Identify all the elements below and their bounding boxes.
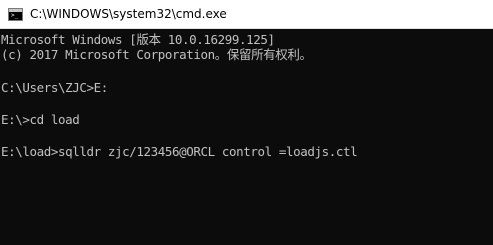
console-line-cd-load: E:\>cd load bbox=[1, 112, 80, 127]
console-line-version: Microsoft Windows [版本 10.0.16299.125] bbox=[1, 32, 275, 47]
console-line-copyright: (c) 2017 Microsoft Corporation。保留所有权利。 bbox=[1, 47, 312, 62]
cmd-window: >_ C:\WINDOWS\system32\cmd.exe Microsoft… bbox=[0, 0, 493, 245]
console-line-sqlldr-command: E:\load>sqlldr zjc/123456@ORCL control =… bbox=[1, 144, 358, 159]
window-title: C:\WINDOWS\system32\cmd.exe bbox=[30, 7, 227, 21]
console-icon-prompt: >_ bbox=[11, 12, 19, 19]
title-bar[interactable]: >_ C:\WINDOWS\system32\cmd.exe bbox=[0, 0, 493, 29]
console-line-change-drive: C:\Users\ZJC>E: bbox=[1, 80, 108, 95]
console-icon[interactable]: >_ bbox=[8, 8, 23, 21]
console-output[interactable]: Microsoft Windows [版本 10.0.16299.125] (c… bbox=[0, 29, 493, 245]
